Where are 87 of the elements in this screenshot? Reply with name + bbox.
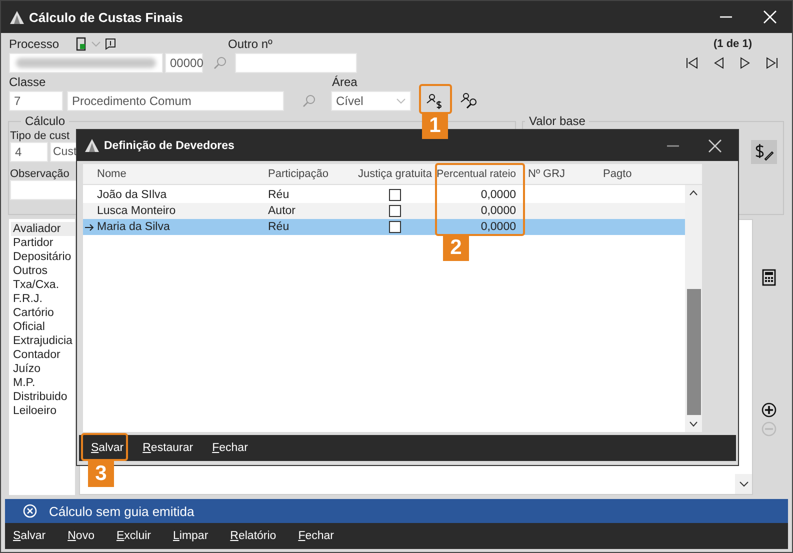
table-cell-text: Maria da Silva: [96, 221, 171, 233]
list-item[interactable]: Depositário: [11, 250, 75, 264]
table-cell-text: 0,0000: [480, 221, 517, 233]
scroll-down-icon[interactable]: [689, 421, 698, 427]
field-label: Área: [332, 75, 358, 89]
field-label: Tipo de cust: [10, 130, 70, 142]
toolbar-button[interactable]: Salvar: [13, 530, 46, 542]
step-badge: 1: [422, 113, 448, 139]
list-item[interactable]: Distribuido: [11, 390, 75, 404]
group-title: Cálculo: [21, 114, 70, 128]
list-item[interactable]: M.P.: [11, 376, 75, 390]
scrollbar[interactable]: [685, 185, 702, 432]
status-message: Cálculo sem guia emitida: [49, 504, 194, 518]
column-header[interactable]: Justiça gratuita: [355, 168, 433, 180]
class-name-field[interactable]: Procedimento Comum: [67, 91, 284, 111]
group-title: Valor base: [525, 114, 590, 128]
edit-value-button[interactable]: [751, 140, 777, 164]
table-cell-text: 0,0000: [480, 189, 517, 201]
toolbar-button[interactable]: Excluir: [116, 530, 151, 542]
area-dropdown[interactable]: Cível: [331, 91, 411, 111]
column-header[interactable]: Pagto: [601, 168, 679, 180]
process-suffix-field[interactable]: 00000: [165, 53, 203, 73]
toolbar-button[interactable]: Fechar: [298, 530, 334, 542]
checkbox[interactable]: [389, 189, 401, 201]
last-record-icon[interactable]: [765, 57, 779, 69]
list-item[interactable]: Oficial: [11, 320, 75, 334]
column-header[interactable]: Nº GRJ: [521, 168, 601, 180]
record-counter: (1 de 1): [713, 38, 752, 50]
list-item[interactable]: Juízo: [11, 362, 75, 376]
other-number-field[interactable]: [235, 53, 357, 73]
error-icon: [23, 504, 37, 518]
field-label: Observação: [10, 168, 70, 180]
checkbox[interactable]: [389, 221, 401, 233]
scroll-down-icon[interactable]: [738, 480, 748, 488]
next-record-icon[interactable]: [739, 57, 751, 69]
scroll-up-icon[interactable]: [689, 190, 698, 196]
list-item[interactable]: Leiloeiro: [11, 404, 75, 418]
app-logo-icon: [85, 139, 99, 152]
table-row[interactable]: Lusca Monteiro Autor 0,0000: [83, 203, 685, 219]
table-row[interactable]: João da SIlva Réu 0,0000: [83, 187, 685, 203]
first-record-icon[interactable]: [685, 57, 699, 69]
app-logo-icon: [10, 10, 24, 24]
list-item[interactable]: F.R.J.: [11, 292, 75, 306]
calculator-icon[interactable]: [762, 269, 776, 286]
previous-record-icon[interactable]: [713, 57, 725, 69]
toolbar-button[interactable]: Novo: [68, 530, 94, 542]
step-badge: 2: [443, 235, 469, 261]
table-cell-text: João da SIlva: [96, 189, 168, 201]
toolbar-button[interactable]: Limpar: [172, 530, 208, 542]
table-cell-text: 0,0000: [480, 205, 517, 217]
column-header[interactable]: Participação: [266, 168, 355, 180]
dialog-button[interactable]: Salvar: [91, 442, 124, 454]
chevron-down-icon: [396, 98, 406, 104]
dialog-title: Definição de Devedores: [104, 140, 234, 152]
list-item[interactable]: Cartório: [11, 306, 75, 320]
list-item[interactable]: Outros: [11, 264, 75, 278]
field-label: Outro nº: [228, 37, 272, 51]
info-note-icon[interactable]: [105, 38, 116, 50]
field-label: Processo: [9, 37, 60, 51]
checkbox[interactable]: [389, 205, 401, 217]
list-item[interactable]: Extrajudicia: [11, 334, 75, 348]
table-cell-text: Lusca Monteiro: [96, 205, 177, 217]
add-icon[interactable]: [760, 402, 776, 418]
cost-type-code-field[interactable]: 4: [10, 142, 48, 162]
dialog-button[interactable]: Fechar: [212, 442, 248, 454]
scrollbar[interactable]: [735, 474, 752, 494]
step-badge: 3: [88, 461, 114, 487]
table-cell-text: Réu: [267, 221, 290, 233]
class-code-field[interactable]: 7: [9, 91, 63, 111]
list-item[interactable]: Contador: [11, 348, 75, 362]
list-item[interactable]: Avaliador: [11, 222, 75, 236]
dialog-button[interactable]: Restaurar: [142, 442, 194, 454]
table-cell-text: Réu: [267, 189, 290, 201]
column-header[interactable]: Percentual rateio: [433, 168, 521, 180]
table-cell-text: Autor: [267, 205, 296, 217]
current-row-arrow-icon: [84, 224, 94, 230]
table-row[interactable]: Maria da Silva Réu 0,0000: [83, 219, 685, 235]
process-number-field[interactable]: [9, 53, 163, 73]
toolbar-button[interactable]: Relatório: [230, 530, 276, 542]
document-icon[interactable]: [75, 37, 87, 51]
list-item[interactable]: Txa/Cxa.: [11, 278, 75, 292]
close-icon[interactable]: [708, 138, 722, 152]
highlight-frame: [81, 433, 128, 461]
window-title: Cálculo de Custas Finais: [29, 10, 183, 24]
list-item[interactable]: Partidor: [11, 236, 75, 250]
field-label: Classe: [9, 75, 47, 89]
column-header[interactable]: Nome: [95, 168, 266, 180]
